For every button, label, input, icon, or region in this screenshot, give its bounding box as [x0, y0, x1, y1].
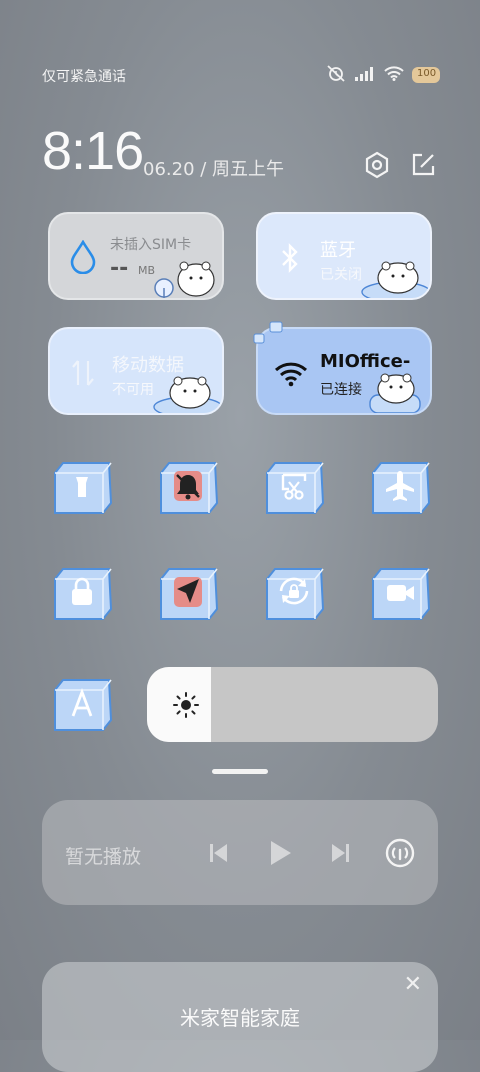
- bear-on-pillow-sticker: [153, 376, 222, 413]
- rotation-lock-toggle[interactable]: [261, 565, 327, 621]
- next-icon: [332, 844, 349, 862]
- bluetooth-tile-title: 蓝牙: [320, 240, 356, 261]
- screen-record-toggle[interactable]: [367, 565, 433, 621]
- play-icon: [271, 841, 291, 865]
- location-toggle[interactable]: [155, 565, 221, 621]
- wifi-icon: [384, 65, 404, 85]
- bluetooth-icon: [282, 243, 298, 273]
- clock-time: 8:16: [42, 121, 144, 181]
- sun-icon: [173, 692, 199, 718]
- settings-button[interactable]: [362, 150, 392, 180]
- drag-handle[interactable]: [212, 769, 268, 774]
- previous-icon: [210, 844, 227, 862]
- next-button[interactable]: [325, 838, 355, 868]
- smart-home-card[interactable]: ✕ 米家智能家庭: [42, 962, 438, 1072]
- ice-cube-decoration: [253, 321, 283, 344]
- font-toggle[interactable]: [49, 676, 115, 732]
- sim-tile-value: --: [110, 256, 129, 281]
- mobile-data-tile[interactable]: 移动数据 不可用: [48, 327, 224, 415]
- edit-icon: [412, 153, 435, 176]
- alarm-muted-icon: [326, 64, 346, 86]
- flashlight-toggle[interactable]: [49, 459, 115, 515]
- status-icons: 100: [326, 64, 440, 86]
- play-button[interactable]: [263, 836, 297, 870]
- media-status-label: 暂无播放: [65, 846, 142, 868]
- bluetooth-tile[interactable]: 蓝牙 已关闭: [256, 212, 432, 300]
- mute-toggle[interactable]: [155, 459, 221, 515]
- close-button[interactable]: ✕: [404, 972, 422, 997]
- previous-button[interactable]: [204, 838, 234, 868]
- close-icon: ✕: [403, 972, 422, 997]
- mobile-data-tile-status: 不可用: [112, 382, 154, 398]
- brightness-slider[interactable]: [147, 667, 438, 742]
- battery-level-text: 100: [417, 68, 437, 79]
- bluetooth-tile-status: 已关闭: [320, 267, 362, 283]
- screenshot-toggle[interactable]: [261, 459, 327, 515]
- carrier-status: 仅可紧急通话: [42, 69, 126, 85]
- signal-icon: [354, 66, 376, 85]
- airplane-toggle[interactable]: [367, 459, 433, 515]
- settings-icon: [365, 151, 389, 179]
- bear-on-pillow-sticker: [361, 261, 430, 298]
- water-drop-icon: [70, 240, 96, 274]
- battery-icon: 100: [412, 67, 440, 83]
- sim-tile-title: 未插入SIM卡: [110, 237, 192, 253]
- wifi-tile-status: 已连接: [320, 382, 362, 398]
- smart-home-title: 米家智能家庭: [180, 1006, 300, 1030]
- media-player-card[interactable]: 暂无播放: [42, 800, 438, 905]
- sim-data-tile[interactable]: 未插入SIM卡 -- MB: [48, 212, 224, 300]
- data-arrows-icon: [72, 360, 94, 386]
- date-text: 06.20 / 周五上午: [143, 159, 285, 180]
- wifi-icon: [274, 362, 308, 387]
- bear-in-blanket-sticker: [369, 373, 421, 413]
- cast-button[interactable]: [383, 836, 417, 870]
- lock-screen-toggle[interactable]: [49, 565, 115, 621]
- bear-with-fan-sticker: [154, 261, 215, 298]
- edit-button[interactable]: [408, 150, 438, 180]
- cast-icon: [385, 838, 415, 868]
